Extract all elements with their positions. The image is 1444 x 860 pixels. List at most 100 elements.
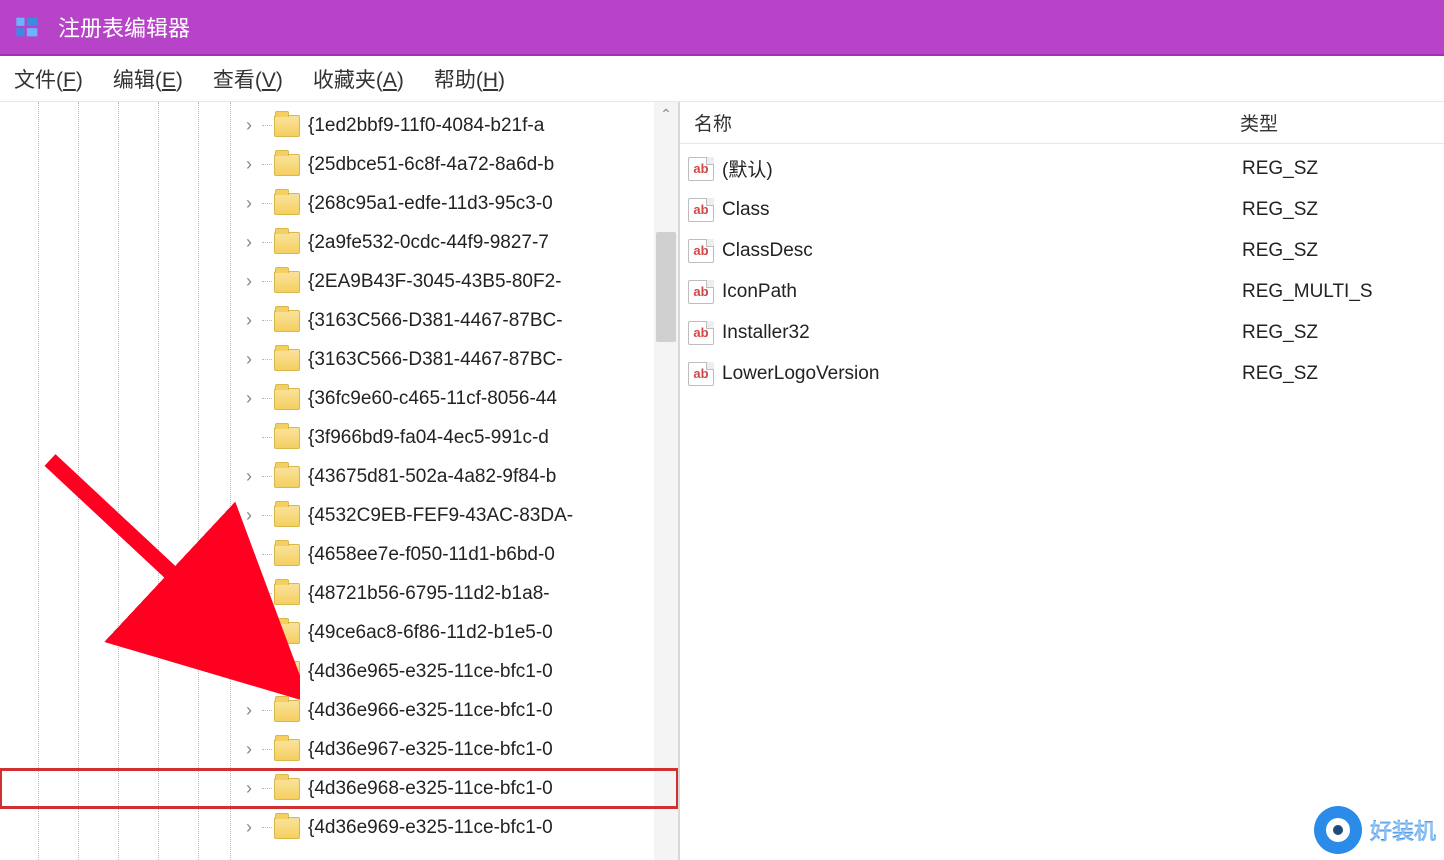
title-bar: 注册表编辑器 — [0, 0, 1444, 56]
tree-item[interactable]: › {4d36e968-e325-11ce-bfc1-0 — [0, 769, 678, 808]
tree-item[interactable]: ›{4d36e969-e325-11ce-bfc1-0 — [0, 808, 678, 847]
tree-connector — [262, 437, 272, 438]
tree-list: ›{1ed2bbf9-11f0-4084-b21f-a›{25dbce51-6c… — [0, 106, 678, 847]
tree-scrollbar[interactable]: ⌃ — [654, 102, 678, 860]
folder-icon — [274, 700, 300, 722]
menu-favorites[interactable]: 收藏夹(A) — [313, 64, 404, 94]
expand-chevron-icon[interactable]: › — [240, 310, 258, 331]
tree-item-label: {49ce6ac8-6f86-11d2-b1e5-0 — [308, 622, 553, 644]
tree-pane[interactable]: ›{1ed2bbf9-11f0-4084-b21f-a›{25dbce51-6c… — [0, 102, 680, 860]
tree-item[interactable]: › {25dbce51-6c8f-4a72-8a6d-b — [0, 145, 678, 184]
folder-icon — [274, 232, 300, 254]
tree-item[interactable]: {3f966bd9-fa04-4ec5-991c-d — [0, 418, 678, 457]
tree-item[interactable]: › {268c95a1-edfe-11d3-95c3-0 — [0, 184, 678, 223]
expand-chevron-icon[interactable]: › — [240, 505, 258, 526]
expand-chevron-icon[interactable]: › — [240, 544, 258, 565]
values-header[interactable]: 名称 类型 — [680, 102, 1444, 144]
value-row[interactable]: abClassREG_SZ — [680, 189, 1444, 230]
tree-item[interactable]: › {2a9fe532-0cdc-44f9-9827-7 — [0, 223, 678, 262]
tree-item-label: {25dbce51-6c8f-4a72-8a6d-b — [308, 154, 554, 176]
tree-item[interactable]: › {4658ee7e-f050-11d1-b6bd-0 — [0, 535, 678, 574]
value-name: IconPath — [722, 281, 1242, 303]
tree-item[interactable]: › {4d36e966-e325-11ce-bfc1-0 — [0, 691, 678, 730]
watermark-icon — [1314, 806, 1362, 854]
tree-item[interactable]: › {48721b56-6795-11d2-b1a8- — [0, 574, 678, 613]
menu-edit[interactable]: 编辑(E) — [113, 64, 183, 94]
tree-item-label: {4d36e965-e325-11ce-bfc1-0 — [308, 661, 553, 683]
tree-connector — [262, 671, 272, 672]
menu-help[interactable]: 帮助(H) — [434, 64, 505, 94]
column-header-type[interactable]: 类型 — [1240, 109, 1444, 136]
menu-bar: 文件(F) 编辑(E) 查看(V) 收藏夹(A) 帮助(H) — [0, 56, 1444, 102]
menu-file[interactable]: 文件(F) — [14, 64, 83, 94]
expand-chevron-icon[interactable]: › — [240, 154, 258, 175]
tree-item-label: {2EA9B43F-3045-43B5-80F2- — [308, 271, 562, 293]
tree-item-label: {48721b56-6795-11d2-b1a8- — [308, 583, 550, 605]
tree-connector — [262, 203, 272, 204]
folder-icon — [274, 778, 300, 800]
tree-connector — [262, 281, 272, 282]
folder-icon — [274, 544, 300, 566]
tree-item-label: {4d36e966-e325-11ce-bfc1-0 — [308, 700, 553, 722]
value-row[interactable]: abInstaller32REG_SZ — [680, 312, 1444, 353]
folder-icon — [274, 388, 300, 410]
expand-chevron-icon[interactable]: › — [240, 817, 258, 838]
values-pane[interactable]: 名称 类型 ab(默认)REG_SZabClassREG_SZabClassDe… — [680, 102, 1444, 860]
folder-icon — [274, 310, 300, 332]
expand-chevron-icon[interactable]: › — [240, 349, 258, 370]
menu-view[interactable]: 查看(V) — [213, 64, 283, 94]
value-row[interactable]: abClassDescREG_SZ — [680, 230, 1444, 271]
value-row[interactable]: abLowerLogoVersionREG_SZ — [680, 353, 1444, 394]
tree-item[interactable]: › {49ce6ac8-6f86-11d2-b1e5-0 — [0, 613, 678, 652]
tree-item-label: {3163C566-D381-4467-87BC- — [308, 349, 563, 371]
tree-item[interactable]: › {4d36e965-e325-11ce-bfc1-0 — [0, 652, 678, 691]
folder-icon — [274, 661, 300, 683]
tree-item[interactable]: ›{43675d81-502a-4a82-9f84-b — [0, 457, 678, 496]
expand-chevron-icon[interactable]: › — [240, 271, 258, 292]
value-type: REG_SZ — [1242, 158, 1444, 180]
tree-item[interactable]: ›{36fc9e60-c465-11cf-8056-44 — [0, 379, 678, 418]
folder-icon — [274, 622, 300, 644]
watermark: 好装机 — [1314, 806, 1436, 854]
tree-connector — [262, 359, 272, 360]
expand-chevron-icon[interactable]: › — [240, 115, 258, 136]
folder-icon — [274, 817, 300, 839]
expand-chevron-icon[interactable]: › — [240, 193, 258, 214]
tree-item[interactable]: ›{3163C566-D381-4467-87BC- — [0, 301, 678, 340]
string-value-icon: ab — [686, 361, 716, 387]
expand-chevron-icon[interactable]: › — [240, 583, 258, 604]
scroll-thumb[interactable] — [656, 232, 676, 342]
column-header-name[interactable]: 名称 — [680, 109, 1240, 136]
scroll-up-icon[interactable]: ⌃ — [654, 102, 678, 126]
tree-item[interactable]: ›{1ed2bbf9-11f0-4084-b21f-a — [0, 106, 678, 145]
value-type: REG_SZ — [1242, 363, 1444, 385]
expand-chevron-icon[interactable]: › — [240, 466, 258, 487]
folder-icon — [274, 349, 300, 371]
tree-item[interactable]: › {3163C566-D381-4467-87BC- — [0, 340, 678, 379]
tree-connector — [262, 827, 272, 828]
value-name: (默认) — [722, 155, 1242, 182]
string-value-icon: ab — [686, 320, 716, 346]
expand-chevron-icon[interactable]: › — [240, 661, 258, 682]
tree-connector — [262, 593, 272, 594]
tree-item-label: {4d36e968-e325-11ce-bfc1-0 — [308, 778, 553, 800]
tree-item-label: {2a9fe532-0cdc-44f9-9827-7 — [308, 232, 549, 254]
tree-item[interactable]: ›{4532C9EB-FEF9-43AC-83DA- — [0, 496, 678, 535]
tree-connector — [262, 476, 272, 477]
expand-chevron-icon[interactable]: › — [240, 700, 258, 721]
expand-chevron-icon[interactable]: › — [240, 622, 258, 643]
value-row[interactable]: abIconPathREG_MULTI_S — [680, 271, 1444, 312]
expand-chevron-icon[interactable]: › — [240, 232, 258, 253]
tree-item[interactable]: › {2EA9B43F-3045-43B5-80F2- — [0, 262, 678, 301]
tree-item-label: {268c95a1-edfe-11d3-95c3-0 — [308, 193, 553, 215]
tree-connector — [262, 515, 272, 516]
tree-item-label: {4658ee7e-f050-11d1-b6bd-0 — [308, 544, 555, 566]
expand-chevron-icon[interactable]: › — [240, 739, 258, 760]
value-row[interactable]: ab(默认)REG_SZ — [680, 148, 1444, 189]
expand-chevron-icon[interactable]: › — [240, 778, 258, 799]
tree-connector — [262, 125, 272, 126]
tree-item[interactable]: ›{4d36e967-e325-11ce-bfc1-0 — [0, 730, 678, 769]
tree-item-label: {3f966bd9-fa04-4ec5-991c-d — [308, 427, 549, 449]
value-type: REG_MULTI_S — [1242, 281, 1444, 303]
expand-chevron-icon[interactable]: › — [240, 388, 258, 409]
